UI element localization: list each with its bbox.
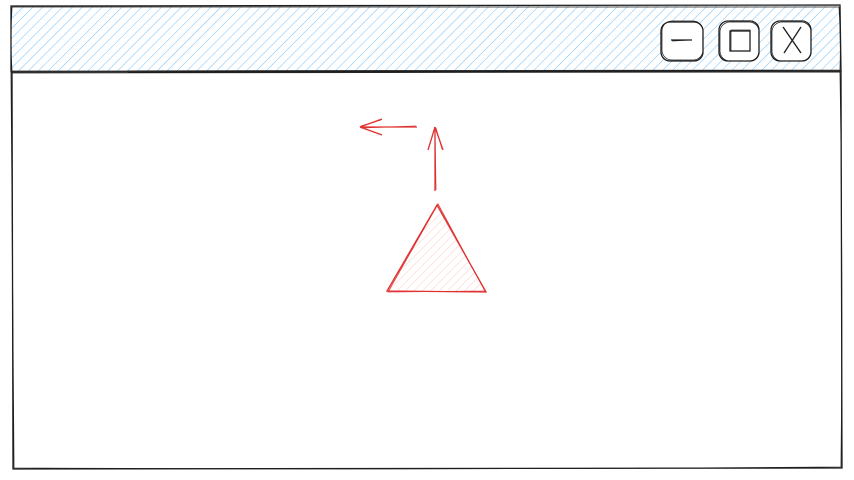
minimize-button[interactable] <box>660 20 704 62</box>
maximize-button[interactable] <box>718 20 760 62</box>
close-button[interactable] <box>770 20 812 62</box>
sketch-canvas <box>0 0 854 480</box>
window-titlebar <box>10 4 842 73</box>
sketch-svg <box>10 4 843 470</box>
